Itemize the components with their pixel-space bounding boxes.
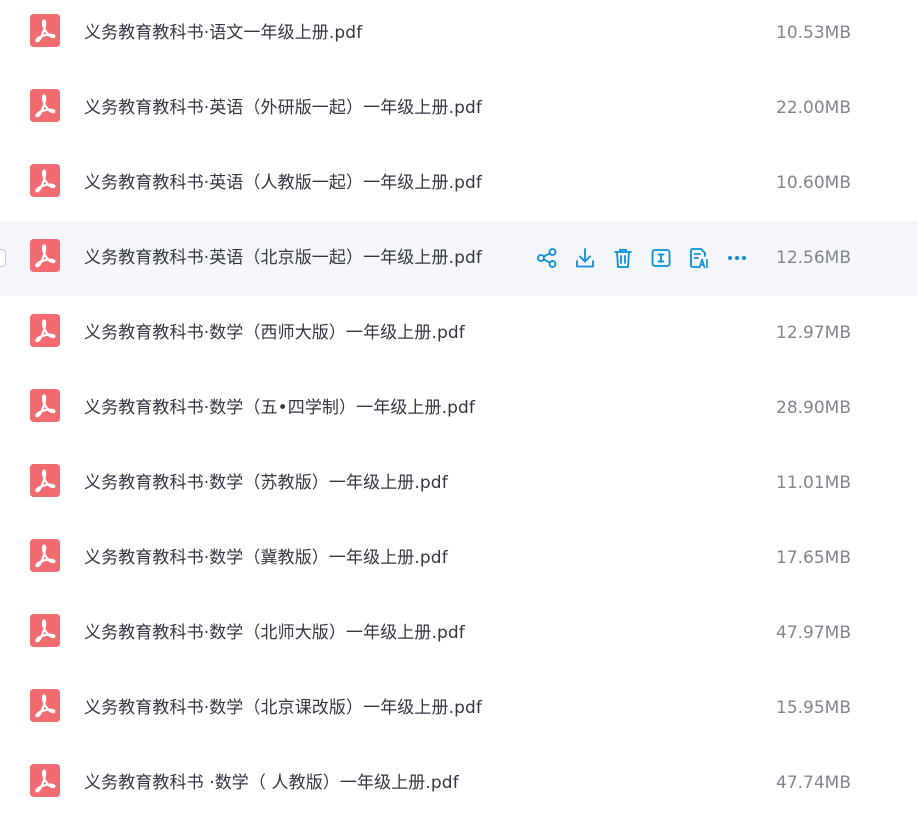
file-name[interactable]: 义务教育教科书·英语（外研版一起）一年级上册.pdf [84,71,482,146]
file-row[interactable]: 义务教育教科书·数学（冀教版）一年级上册.pdf 17.65MB [0,521,918,596]
pdf-icon [30,239,60,272]
pdf-icon [30,14,60,47]
file-row[interactable]: 义务教育教科书·数学（北师大版）一年级上册.pdf 47.97MB [0,596,918,671]
file-list: 义务教育教科书·语文一年级上册.pdf 10.53MB 义务教育教科书·英语（外… [0,0,918,835]
file-size: 47.97MB [776,623,851,643]
pdf-icon [30,689,60,722]
file-row-hovered[interactable]: 义务教育教科书·英语（北京版一起）一年级上册.pdf 12.56MB [0,221,918,296]
row-actions [534,245,750,271]
file-size: 12.56MB [776,248,851,268]
download-button[interactable] [572,245,598,271]
file-row[interactable]: 义务教育教科书·英语（外研版一起）一年级上册.pdf 22.00MB [0,71,918,146]
pdf-icon [30,89,60,122]
file-name[interactable]: 义务教育教科书·英语（人教版一起）一年级上册.pdf [84,146,482,221]
more-button[interactable] [724,245,750,271]
file-size: 47.74MB [776,773,851,793]
ai-summary-icon [690,248,708,269]
file-name[interactable]: 义务教育教科书·数学（西师大版）一年级上册.pdf [84,296,465,371]
file-size: 15.95MB [776,698,851,718]
pdf-icon [30,164,60,197]
row-checkbox[interactable] [0,249,6,267]
pdf-icon [30,464,60,497]
file-size: 10.60MB [776,173,851,193]
file-name[interactable]: 义务教育教科书·语文一年级上册.pdf [84,0,362,71]
file-row[interactable]: 义务教育教科书·英语（人教版一起）一年级上册.pdf 10.60MB [0,146,918,221]
share-icon [537,248,557,268]
delete-button[interactable] [610,245,636,271]
rename-button[interactable] [648,245,674,271]
file-row[interactable]: 义务教育教科书·语文一年级上册.pdf 10.53MB [0,0,918,71]
file-size: 28.90MB [776,398,851,418]
file-row[interactable]: 义务教育教科书·数学（西师大版）一年级上册.pdf 12.97MB [0,296,918,371]
pdf-icon [30,764,60,797]
file-name[interactable]: 义务教育教科书·数学（北京课改版）一年级上册.pdf [84,671,482,746]
file-name[interactable]: 义务教育教科书·数学（冀教版）一年级上册.pdf [84,521,448,596]
file-size: 22.00MB [776,98,851,118]
file-row[interactable]: 义务教育教科书·数学（五•四学制）一年级上册.pdf 28.90MB [0,371,918,446]
delete-icon [614,248,632,268]
file-name[interactable]: 义务教育教科书·英语（北京版一起）一年级上册.pdf [84,221,482,296]
file-size: 11.01MB [776,473,851,493]
file-name[interactable]: 义务教育教科书·数学（北师大版）一年级上册.pdf [84,596,465,671]
pdf-icon [30,389,60,422]
file-size: 12.97MB [776,323,851,343]
file-row[interactable]: 义务教育教科书·数学（北京课改版）一年级上册.pdf 15.95MB [0,671,918,746]
file-name[interactable]: 义务教育教科书 ·数学（ 人教版）一年级上册.pdf [84,746,459,821]
file-name[interactable]: 义务教育教科书·数学（苏教版）一年级上册.pdf [84,446,448,521]
ai-summary-button[interactable] [686,245,712,271]
share-button[interactable] [534,245,560,271]
file-row[interactable]: 义务教育教科书·数学（苏教版）一年级上册.pdf 11.01MB [0,446,918,521]
more-icon [728,256,746,260]
pdf-icon [30,314,60,347]
pdf-icon [30,614,60,647]
file-size: 17.65MB [776,548,851,568]
pdf-icon [30,539,60,572]
download-icon [576,248,594,268]
file-name[interactable]: 义务教育教科书·数学（五•四学制）一年级上册.pdf [84,371,475,446]
file-row[interactable]: 义务教育教科书 ·数学（ 人教版）一年级上册.pdf 47.74MB [0,746,918,821]
rename-icon [651,249,671,267]
file-size: 10.53MB [776,23,851,43]
